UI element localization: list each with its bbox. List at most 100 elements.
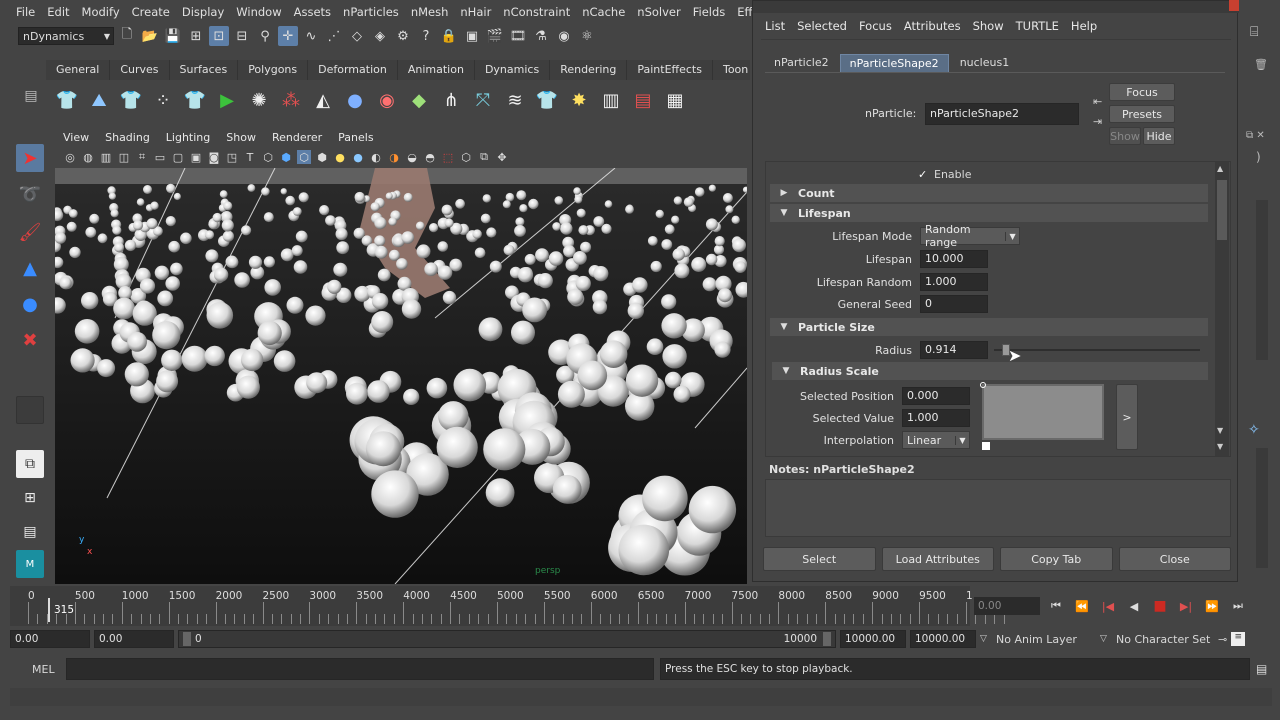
snap-curve-icon[interactable]: ∿ — [301, 26, 321, 46]
section-particle-size[interactable]: ▼ Particle Size — [770, 318, 1208, 336]
four-view-icon[interactable]: ⊞ — [16, 484, 44, 512]
frame-selected-icon[interactable]: ⬚ — [441, 150, 455, 164]
ae-scrollbar[interactable]: ▲ ▼ ▼ — [1215, 162, 1229, 456]
channel-scrollbar[interactable] — [1256, 200, 1268, 360]
menu-assets[interactable]: Assets — [288, 5, 337, 19]
load-attributes-button[interactable]: Load Attributes — [881, 547, 994, 571]
ae-menu-attributes[interactable]: Attributes — [898, 19, 967, 33]
use-lights-icon[interactable]: ● — [333, 150, 347, 164]
textured-icon[interactable]: ⬢ — [315, 150, 329, 164]
camera-select-icon[interactable]: ◎ — [63, 150, 77, 164]
select-tool-icon[interactable]: ➤ — [16, 144, 44, 172]
ramp-point-handle[interactable] — [982, 442, 990, 450]
current-time-field[interactable]: 0.00 — [974, 597, 1040, 615]
channel-box-icon[interactable]: ⌸ — [1250, 24, 1272, 46]
open-scene-icon[interactable]: 📂 — [140, 26, 160, 46]
smooth-shade-icon[interactable]: ⬢ — [279, 150, 293, 164]
gate-mask-icon[interactable]: ▣ — [189, 150, 203, 164]
tab-nucleus1[interactable]: nucleus1 — [951, 54, 1019, 72]
wind-icon[interactable]: ≋ — [502, 87, 528, 113]
render-settings-icon[interactable]: ⚗ — [531, 26, 551, 46]
last-tool-icon[interactable] — [16, 396, 44, 424]
hide-button[interactable]: Hide — [1143, 127, 1175, 145]
menu-edit[interactable]: Edit — [41, 5, 75, 19]
anim-layer-label[interactable]: No Anim Layer — [996, 633, 1096, 646]
shelf-tab-rendering[interactable]: Rendering — [550, 60, 628, 80]
radius-slider-track[interactable] — [994, 349, 1200, 351]
menu-set-dropdown[interactable]: nDynamics ▼ — [18, 27, 114, 45]
camera-attr-icon[interactable]: ◍ — [81, 150, 95, 164]
field-chart-icon[interactable]: ◙ — [207, 150, 221, 164]
cache-icon[interactable]: ▥ — [598, 87, 624, 113]
radius-scale-ramp[interactable] — [982, 384, 1104, 440]
lasso-tool-icon[interactable]: ➰ — [16, 180, 44, 208]
restore-icon[interactable]: ⧉ ✕ — [1246, 130, 1265, 141]
new-scene-icon[interactable]: 🗋 — [117, 26, 137, 46]
resolution-gate-icon[interactable]: ▢ — [171, 150, 185, 164]
render-globals-icon[interactable]: ⚛ — [577, 26, 597, 46]
render-region-icon[interactable]: ▣ — [462, 26, 482, 46]
scroll-up-icon[interactable]: ▲ — [1217, 164, 1227, 174]
shelf-menu-icon[interactable]: ▤ — [22, 88, 40, 110]
step-forward-key-icon[interactable]: ⏩ — [1202, 597, 1222, 615]
stop-playback-icon[interactable]: ■ — [1150, 597, 1170, 615]
shelf-tab-dynamics[interactable]: Dynamics — [475, 60, 551, 80]
end-time-field[interactable]: 10000.00 — [910, 630, 976, 648]
select-object-icon[interactable]: ⊡ — [209, 26, 229, 46]
display-layer-icon[interactable]: ⧉ — [477, 150, 491, 164]
shelf-tab-animation[interactable]: Animation — [398, 60, 475, 80]
collide-icon[interactable]: ◆ — [406, 87, 432, 113]
enable-checkbox[interactable]: ✓ — [918, 168, 930, 181]
playback-end-field[interactable]: 10000.00 — [840, 630, 906, 648]
paint-select-icon[interactable]: 🖌 — [16, 218, 44, 246]
close-button[interactable]: Close — [1118, 547, 1231, 571]
menu-fields[interactable]: Fields — [687, 5, 732, 19]
film-gate-icon[interactable]: ▭ — [153, 150, 167, 164]
sphere-emit-icon[interactable]: ● — [342, 87, 368, 113]
outliner-view-icon[interactable]: ▤ — [16, 518, 44, 546]
character-set-arrow-icon[interactable]: ▽ — [1100, 634, 1112, 644]
character-set-label[interactable]: No Character Set — [1116, 633, 1214, 646]
ipr-render-icon[interactable]: 🎞 — [508, 26, 528, 46]
single-view-icon[interactable]: ⧉ — [16, 450, 44, 478]
ae-menu-show[interactable]: Show — [967, 19, 1010, 33]
playback-start-field[interactable]: 0.00 — [94, 630, 174, 648]
command-input[interactable] — [66, 658, 654, 680]
wireframe-on-shaded-icon[interactable]: ⬡ — [297, 150, 311, 164]
ramp-expand-button[interactable]: > — [1116, 384, 1138, 450]
show-button[interactable]: Show — [1109, 127, 1141, 145]
start-time-field[interactable]: 0.00 — [10, 630, 90, 648]
shelf-tab-curves[interactable]: Curves — [110, 60, 170, 80]
panel-menu-panels[interactable]: Panels — [330, 131, 381, 144]
snapshot-icon[interactable]: ✥ — [495, 150, 509, 164]
tshirt-icon[interactable]: 👕 — [534, 87, 560, 113]
ae-attributes-scroll[interactable]: ✓ Enable ▶ Count ▼ Lifespan Lifespan Mod… — [765, 161, 1231, 457]
ae-menu-selected[interactable]: Selected — [791, 19, 853, 33]
node-name-field[interactable]: nParticleShape2 — [925, 103, 1079, 125]
lifespan-random-field[interactable]: 1.000 — [920, 273, 988, 291]
select-hierarchy-icon[interactable]: ⊞ — [186, 26, 206, 46]
cloth-shirt-icon[interactable]: 👕 — [118, 87, 144, 113]
layer-editor-icon[interactable]: ✧ — [1248, 422, 1260, 438]
trash-icon[interactable]: 🗑 — [1254, 58, 1268, 71]
make-live-icon[interactable]: ◈ — [370, 26, 390, 46]
play-green-icon[interactable]: ▶ — [214, 87, 240, 113]
menu-nhair[interactable]: nHair — [454, 5, 497, 19]
scroll-thumb[interactable] — [1217, 180, 1227, 240]
menu-window[interactable]: Window — [230, 5, 287, 19]
anim-prefs-icon[interactable]: ≡ — [1231, 632, 1246, 646]
ae-menu-turtle[interactable]: TURTLE — [1010, 19, 1065, 33]
delete-cache-icon[interactable]: ▤ — [630, 87, 656, 113]
anim-layer-arrow-icon[interactable]: ▽ — [980, 634, 992, 644]
select-button[interactable]: Select — [763, 547, 876, 571]
goal-icon[interactable]: ◉ — [374, 87, 400, 113]
panel-menu-lighting[interactable]: Lighting — [158, 131, 218, 144]
constraint-icon[interactable]: ⤧ — [470, 87, 496, 113]
radius-field[interactable]: 0.914 — [920, 341, 988, 359]
lock-icon[interactable]: 🔒 — [439, 26, 459, 46]
xray-icon[interactable]: ◐ — [369, 150, 383, 164]
shirt-icon[interactable]: 👕 — [182, 87, 208, 113]
shelf-tab-surfaces[interactable]: Surfaces — [170, 60, 239, 80]
section-lifespan[interactable]: ▼ Lifespan — [770, 204, 1208, 222]
tab-nparticle2[interactable]: nParticle2 — [765, 54, 838, 72]
